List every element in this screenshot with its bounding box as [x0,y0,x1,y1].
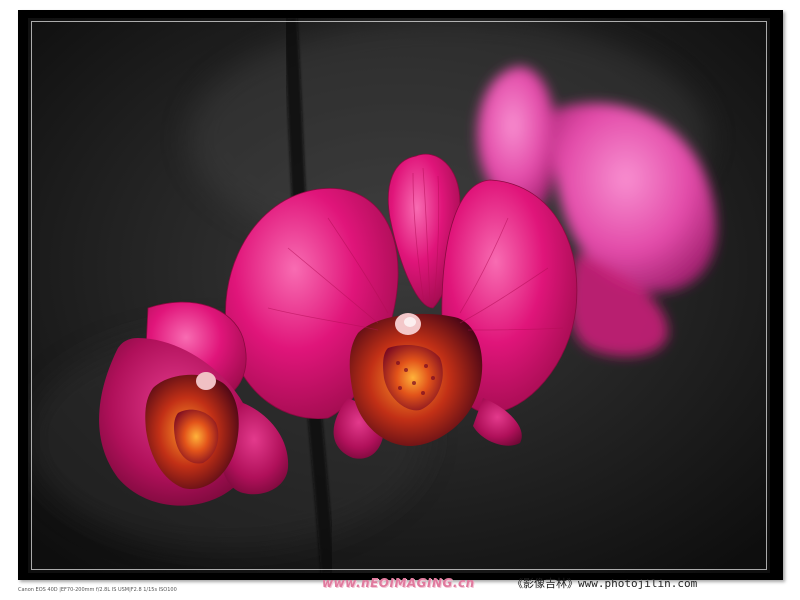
exif-caption: Canon EOS 40D |EF70-200mm f/2.8L IS USM|… [18,587,177,593]
orchid-photo [28,18,770,573]
photojilin-credit: 《影像吉林》www.photojilin.com [512,577,698,590]
neoimaging-watermark: www.nEOIMAGING.cn [322,576,475,590]
photo-page: Canon EOS 40D |EF70-200mm f/2.8L IS USM|… [0,0,800,600]
orchid-illustration [28,18,770,573]
